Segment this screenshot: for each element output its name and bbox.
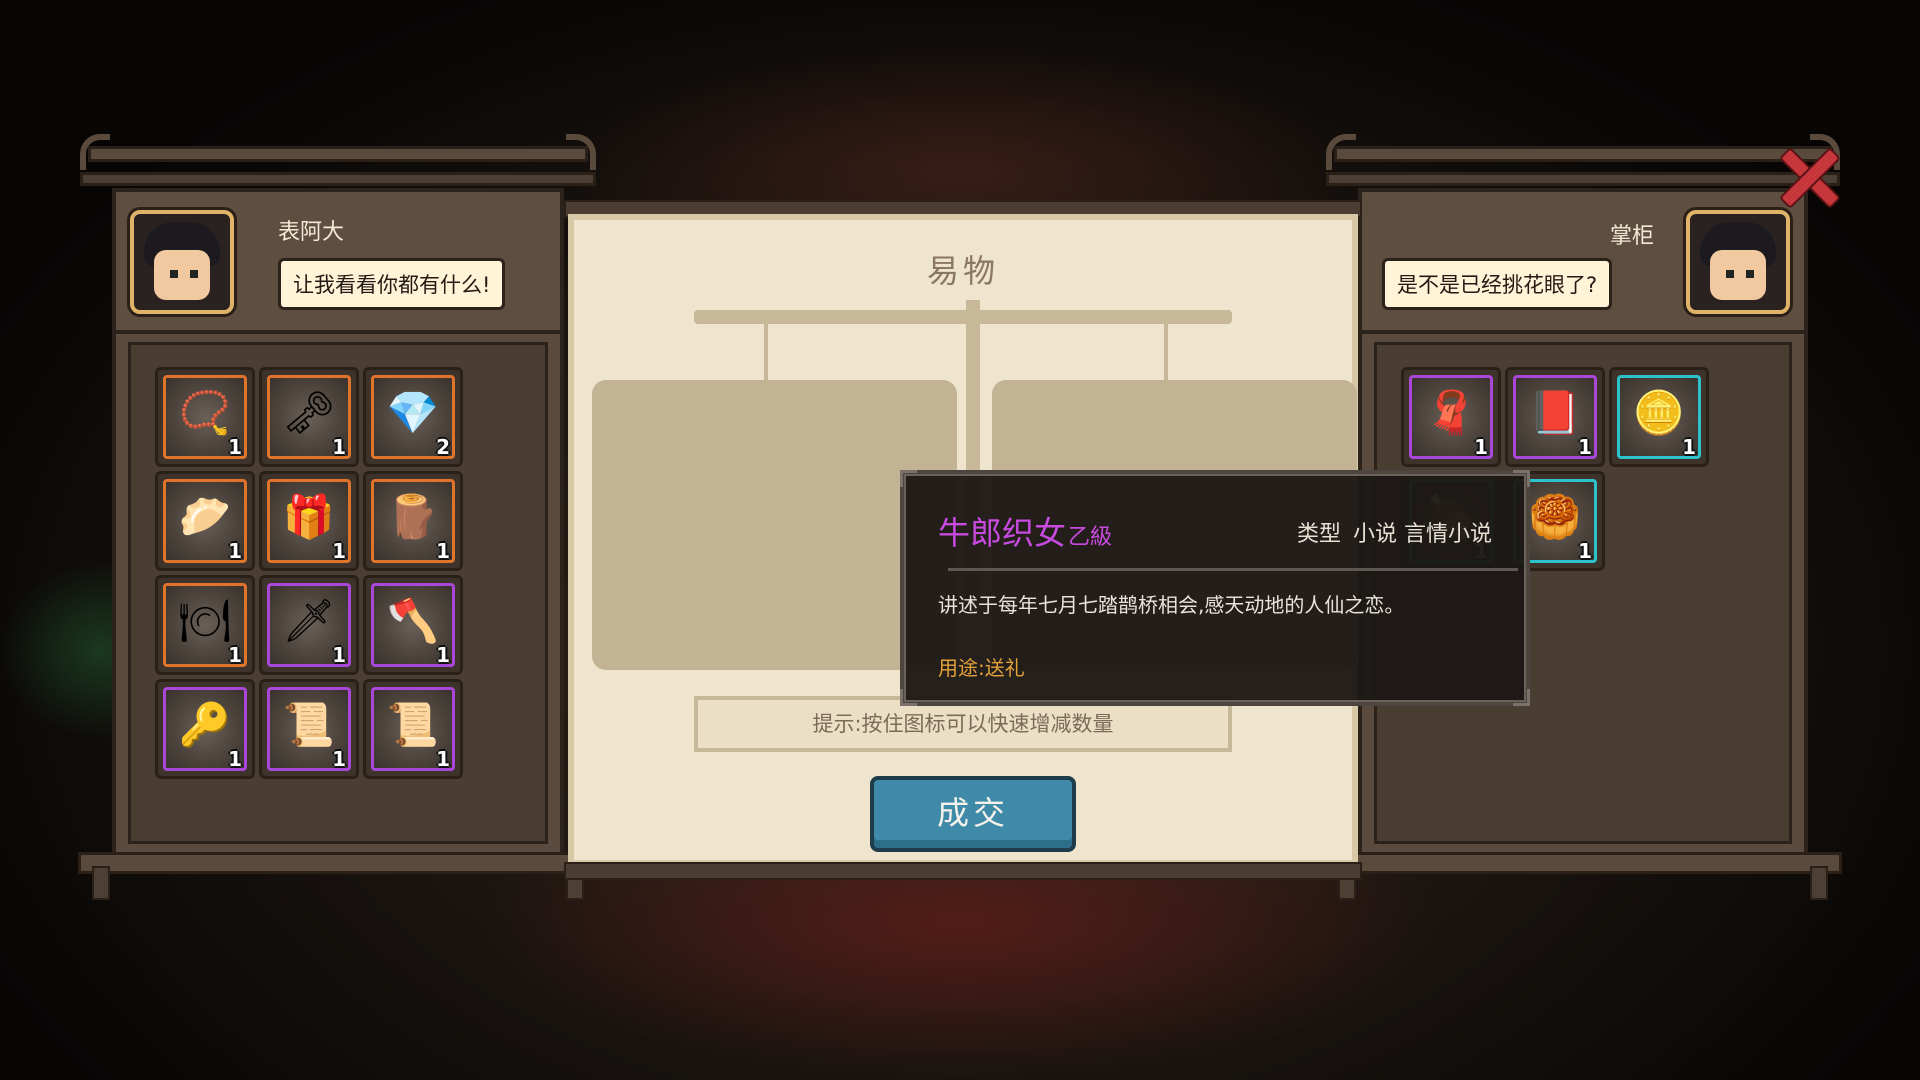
item-slot[interactable]: 🍽 1 (155, 575, 255, 675)
item-slot[interactable]: 🧣 1 (1401, 367, 1501, 467)
item-count: 1 (332, 539, 346, 563)
item-count: 1 (436, 643, 450, 667)
roof-beam-lower (1326, 172, 1840, 186)
item-count: 1 (1578, 435, 1592, 459)
item-slot[interactable]: 🪙 1 (1609, 367, 1709, 467)
balance-scale-beam (694, 310, 1232, 324)
item-slot[interactable]: 🗡 1 (259, 575, 359, 675)
sword-icon: 🗡 (282, 596, 336, 646)
item-slot[interactable]: 🪓 1 (363, 575, 463, 675)
item-slot[interactable]: 📜 1 (259, 679, 359, 779)
item-slot[interactable]: 🗝 1 (259, 367, 359, 467)
item-name-text: 牛郎织女 (938, 514, 1067, 552)
jewelry-box-icon: 🎁 (282, 492, 336, 542)
close-icon[interactable] (1778, 146, 1838, 206)
item-slot[interactable]: 🥟 1 (155, 471, 255, 571)
gold-nuggets-icon: 🪙 (1632, 388, 1686, 438)
axe-icon: 🪓 (386, 596, 440, 646)
item-grade: 乙級 (1068, 525, 1113, 550)
tooltip-item-type: 类型 小说 言情小说 (1285, 516, 1492, 548)
panel-base-beam (78, 852, 598, 874)
item-slot[interactable]: 🪵 1 (363, 471, 463, 571)
item-count: 1 (332, 643, 346, 667)
player-portrait-avatar (130, 210, 234, 314)
scroll-rod-bottom (564, 862, 1362, 880)
tooltip-divider (948, 568, 1518, 571)
deal-button[interactable]: 成交 (870, 776, 1076, 852)
item-count: 1 (1578, 539, 1592, 563)
item-count: 1 (436, 747, 450, 771)
golden-key-icon: 🗝 (282, 388, 336, 438)
book-icon: 📕 (1528, 388, 1582, 438)
item-slot[interactable]: 💎 2 (363, 367, 463, 467)
prayer-beads-icon: 📿 (178, 388, 232, 438)
roof-beam (88, 146, 588, 162)
player-name: 表阿大 (278, 220, 345, 245)
item-count: 1 (228, 435, 242, 459)
roof-beam-lower (80, 172, 596, 186)
item-slot[interactable]: 📜 1 (363, 679, 463, 779)
tooltip-usage: 用途:送礼 (938, 656, 1025, 680)
porcelain-dish-icon: 🍽 (178, 596, 232, 646)
player-header: 表阿大 让我看看你都有什么! (116, 192, 560, 334)
item-count: 1 (228, 643, 242, 667)
item-count: 1 (436, 539, 450, 563)
treasure-map-icon: 📜 (282, 700, 336, 750)
player-inventory-panel: 表阿大 让我看看你都有什么! 📿 1 🗝 1 💎 2 🥟 1 🎁 1 🪵 1 🍽 1 🗡 1 🪓 1 🔑 1 📜 1 📜 1 (78, 130, 598, 930)
item-slot[interactable]: 🎁 1 (259, 471, 359, 571)
panel-base-beam (1324, 852, 1842, 874)
item-count: 1 (1682, 435, 1696, 459)
merchant-portrait-avatar (1686, 210, 1790, 314)
dumpling-plate-icon: 🥟 (178, 492, 232, 542)
item-count: 1 (228, 747, 242, 771)
panel-body: 表阿大 让我看看你都有什么! 📿 1 🗝 1 💎 2 🥟 1 🎁 1 🪵 1 🍽 1 🗡 1 🪓 1 🔑 1 📜 1 📜 1 (112, 188, 564, 860)
tooltip-description: 讲述于每年七月七踏鹊桥相会,感天动地的人仙之恋。 (938, 593, 1405, 617)
item-count: 1 (332, 747, 346, 771)
pink-cloth-icon: 🧣 (1424, 388, 1478, 438)
pink-crystal-icon: 💎 (386, 388, 440, 438)
roof-beam (1334, 146, 1832, 162)
merchant-name: 掌柜 (1609, 224, 1654, 249)
type-value: 小说 言情小说 (1353, 522, 1492, 547)
scroll-map-icon: 📜 (386, 700, 440, 750)
merchant-speech-bubble: 是不是已经挑花眼了? (1382, 258, 1613, 310)
item-count: 1 (1474, 435, 1488, 459)
silver-key-icon: 🔑 (178, 700, 232, 750)
item-slot[interactable]: 📿 1 (155, 367, 255, 467)
jade-plate-icon: 🥮 (1528, 492, 1582, 542)
item-count: 2 (436, 435, 450, 459)
item-slot[interactable]: 📕 1 (1505, 367, 1605, 467)
player-item-grid: 📿 1 🗝 1 💎 2 🥟 1 🎁 1 🪵 1 🍽 1 🗡 1 🪓 1 🔑 1 📜 1 📜 1 (128, 342, 548, 844)
player-speech-bubble: 让我看看你都有什么! (278, 258, 506, 310)
item-count: 1 (228, 539, 242, 563)
item-tooltip: 牛郎织女乙級 类型 小说 言情小说 讲述于每年七月七踏鹊桥相会,感天动地的人仙之恋… (900, 470, 1530, 706)
item-slot[interactable]: 🔑 1 (155, 679, 255, 779)
dark-branch-icon: 🪵 (386, 492, 440, 542)
type-label: 类型 (1296, 522, 1341, 547)
tooltip-item-name: 牛郎织女乙級 (938, 508, 1112, 554)
item-count: 1 (332, 435, 346, 459)
trade-title: 易物 (926, 252, 999, 290)
merchant-header: 掌柜 是不是已经挑花眼了? (1362, 192, 1804, 334)
